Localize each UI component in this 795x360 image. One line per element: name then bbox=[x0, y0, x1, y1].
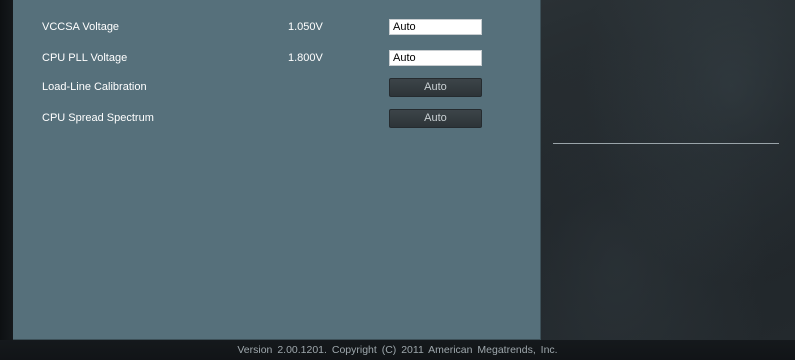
cpu-spread-spectrum-button[interactable]: Auto bbox=[389, 109, 482, 128]
setting-current-value: 1.050V bbox=[288, 21, 323, 33]
setting-row-vccsa-voltage[interactable]: VCCSA Voltage 1.050V Auto bbox=[13, 18, 541, 38]
help-panel bbox=[541, 0, 795, 340]
copyright-text: Version 2.00.1201. Copyright (C) 2011 Am… bbox=[237, 344, 558, 356]
load-line-calibration-button[interactable]: Auto bbox=[389, 78, 482, 97]
settings-panel: VCCSA Voltage 1.050V Auto CPU PLL Voltag… bbox=[13, 0, 541, 340]
vccsa-voltage-input[interactable]: Auto bbox=[389, 19, 482, 35]
footer-bar: Version 2.00.1201. Copyright (C) 2011 Am… bbox=[0, 340, 795, 360]
setting-row-cpu-pll-voltage[interactable]: CPU PLL Voltage 1.800V Auto bbox=[13, 49, 541, 69]
left-edge-strip bbox=[0, 0, 13, 340]
setting-label: CPU PLL Voltage bbox=[42, 52, 128, 64]
help-divider bbox=[553, 143, 779, 144]
setting-label: VCCSA Voltage bbox=[42, 21, 120, 33]
cpu-pll-voltage-input[interactable]: Auto bbox=[389, 50, 482, 66]
setting-row-load-line-calibration[interactable]: Load-Line Calibration Auto bbox=[13, 78, 541, 98]
setting-row-cpu-spread-spectrum[interactable]: CPU Spread Spectrum Auto bbox=[13, 109, 541, 129]
setting-label: CPU Spread Spectrum bbox=[42, 112, 154, 124]
bios-screen: VCCSA Voltage 1.050V Auto CPU PLL Voltag… bbox=[0, 0, 795, 360]
setting-current-value: 1.800V bbox=[288, 52, 323, 64]
setting-label: Load-Line Calibration bbox=[42, 81, 147, 93]
